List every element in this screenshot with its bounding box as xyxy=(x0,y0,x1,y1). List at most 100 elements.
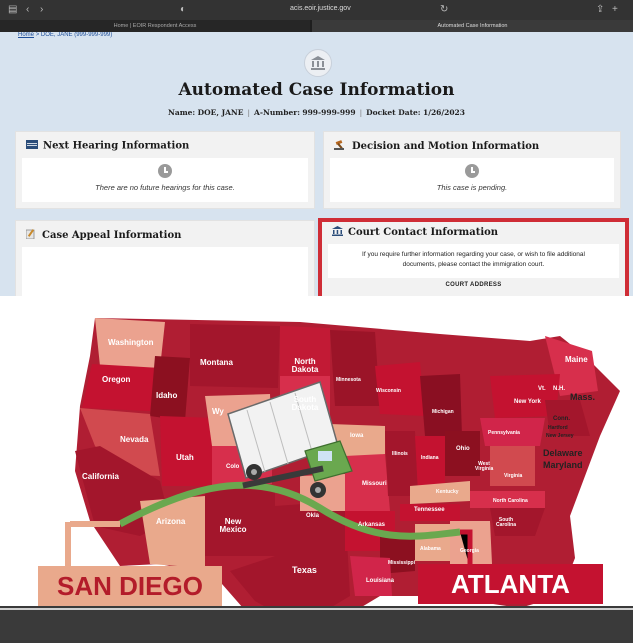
court-contact-line2: documents, please contact the immigratio… xyxy=(402,261,545,268)
decision-title: Decision and Motion Information xyxy=(352,141,540,152)
name-label: Name: xyxy=(168,108,196,117)
tab-eoir-home[interactable]: Home | EOIR Respondent Access xyxy=(0,20,310,32)
state-label-kentucky: Kentucky xyxy=(436,489,459,495)
state-label-nh: N.H. xyxy=(553,386,565,392)
state-label-washington: Washington xyxy=(108,338,154,347)
breadcrumb-home-link[interactable]: Home xyxy=(18,32,34,38)
state-label-montana: Montana xyxy=(200,358,233,367)
state-label-wy: Wy xyxy=(212,407,224,416)
state-label-nevada: Nevada xyxy=(120,435,149,444)
state-label-hartford: Hartford xyxy=(548,425,568,431)
docket-value: 1/26/2023 xyxy=(422,108,465,117)
state-label-oregon: Oregon xyxy=(102,375,131,384)
next-hearing-message: There are no future hearings for this ca… xyxy=(95,183,235,192)
new-tab-icon[interactable]: + xyxy=(612,4,618,16)
tab-automated-case-info[interactable]: Automated Case Information xyxy=(312,20,633,32)
state-label-west-virginia: West Virginia xyxy=(475,461,494,473)
state-label-vt: Vt. xyxy=(538,386,546,392)
origin-city-label: SAN DIEGO xyxy=(38,566,222,606)
gavel-icon xyxy=(334,140,347,153)
reload-icon[interactable]: ↻ xyxy=(440,4,448,16)
court-contact-message: If you require further information regar… xyxy=(328,250,619,270)
next-hearing-header: Next Hearing Information xyxy=(26,140,189,152)
decision-motion-card: Decision and Motion Information This cas… xyxy=(323,131,621,209)
state-label-mass: Mass. xyxy=(570,392,596,402)
courthouse-small-icon xyxy=(332,226,343,239)
case-summary: Name: DOE, JANE | A-Number: 999-999-999 | Do… xyxy=(168,108,465,117)
shield-icon[interactable]: ◐ xyxy=(180,4,186,16)
state-label-colo: Colo xyxy=(226,464,240,470)
breadcrumb: Home > DOE, JANE (999-999-999) xyxy=(18,32,112,38)
browser-chrome: ▤ ‹ › ◐ acis.eoir.justice.gov ↻ ⇪ + Home… xyxy=(0,0,633,32)
back-icon[interactable]: ‹ xyxy=(26,4,29,16)
state-label-illinois: Illinois xyxy=(392,451,408,457)
state-label-maryland: Maryland xyxy=(543,460,583,470)
state-label-idaho: Idaho xyxy=(156,391,178,400)
video-timestamp: :59 xyxy=(4,318,17,328)
breadcrumb-current: DOE, JANE (999-999-999) xyxy=(40,32,113,38)
state-label-alabama: Alabama xyxy=(420,546,441,552)
court-contact-title: Court Contact Information xyxy=(348,227,499,238)
forward-icon[interactable]: › xyxy=(40,4,43,16)
state-label-pennsylvania: Pennsylvania xyxy=(488,430,520,436)
state-label-texas: Texas xyxy=(292,565,317,575)
clock-icon xyxy=(158,164,172,178)
anumber-label: A-Number: xyxy=(254,108,300,117)
acis-page: Home > DOE, JANE (999-999-999) Automated… xyxy=(0,32,633,296)
state-label-south-dakota: South Dakota xyxy=(291,395,319,413)
court-contact-header: Court Contact Information xyxy=(332,226,498,239)
state-label-north-dakota: North Dakota xyxy=(291,357,319,375)
decision-body: This case is pending. xyxy=(330,158,614,202)
court-address-heading: COURT ADDRESS xyxy=(445,282,502,288)
next-hearing-card: Next Hearing Information There are no fu… xyxy=(15,131,315,209)
court-contact-body: If you require further information regar… xyxy=(328,244,619,278)
state-label-mississippi: Mississippi xyxy=(388,560,415,566)
share-icon[interactable]: ⇪ xyxy=(596,4,604,16)
edit-document-icon xyxy=(25,229,37,242)
state-label-arkansas: Arkansas xyxy=(358,522,386,528)
state-label-california: California xyxy=(82,472,119,481)
appeal-title: Case Appeal Information xyxy=(42,230,182,241)
state-label-georgia: Georgia xyxy=(460,548,479,554)
destination-city-label: ATLANTA xyxy=(418,564,603,604)
state-label-south-carolina: South Carolina xyxy=(495,517,516,529)
state-label-new-mexico: New Mexico xyxy=(219,517,247,535)
state-label-iowa: Iowa xyxy=(350,433,364,439)
state-label-arizona: Arizona xyxy=(156,517,186,526)
name-value: DOE, JANE xyxy=(197,108,244,117)
anumber-value: 999-999-999 xyxy=(302,108,356,117)
appeal-header: Case Appeal Information xyxy=(25,229,182,242)
court-contact-card: Court Contact Information If you require… xyxy=(318,218,629,296)
state-label-ohio: Ohio xyxy=(456,446,470,452)
state-label-new-york: New York xyxy=(514,399,541,405)
tab-strip: Home | EOIR Respondent Access Automated … xyxy=(0,20,633,32)
state-label-michigan: Michigan xyxy=(432,409,454,415)
state-label-delaware: Delaware xyxy=(543,448,583,458)
browser-toolbar: ▤ ‹ › ◐ acis.eoir.justice.gov ↻ ⇪ + xyxy=(0,0,633,20)
state-label-minnesota: Minnesota xyxy=(336,377,361,383)
state-label-indiana: Indiana xyxy=(421,455,439,461)
state-label-virginia: Virginia xyxy=(504,473,523,479)
state-label-missouri: Missouri xyxy=(362,481,387,487)
docket-label: Docket Date: xyxy=(366,108,421,117)
clock-icon xyxy=(465,164,479,178)
courthouse-icon xyxy=(304,49,332,77)
state-label-utah: Utah xyxy=(176,453,194,462)
state-label-new-jersey: New Jersey xyxy=(546,433,574,439)
video-player[interactable]: Washington Oregon Idaho Montana North Da… xyxy=(0,296,633,643)
state-label-wisconsin: Wisconsin xyxy=(376,388,401,394)
decision-message: This case is pending. xyxy=(436,183,508,192)
next-hearing-title: Next Hearing Information xyxy=(43,140,190,152)
state-label-tennessee: Tennessee xyxy=(414,507,445,513)
breadcrumb-separator: > xyxy=(35,32,40,38)
state-label-okla: Okla xyxy=(306,513,320,519)
page-title: Automated Case Information xyxy=(178,80,455,100)
address-bar[interactable]: acis.eoir.justice.gov xyxy=(290,5,351,12)
state-label-conn: Conn. xyxy=(553,416,570,422)
state-label-maine: Maine xyxy=(565,355,588,364)
state-label-louisiana: Louisiana xyxy=(366,578,395,584)
state-label-north-carolina: North Carolina xyxy=(493,498,528,504)
sidebar-icon[interactable]: ▤ xyxy=(8,4,17,16)
court-contact-line1: If you require further information regar… xyxy=(362,251,585,258)
decision-header: Decision and Motion Information xyxy=(334,140,539,153)
